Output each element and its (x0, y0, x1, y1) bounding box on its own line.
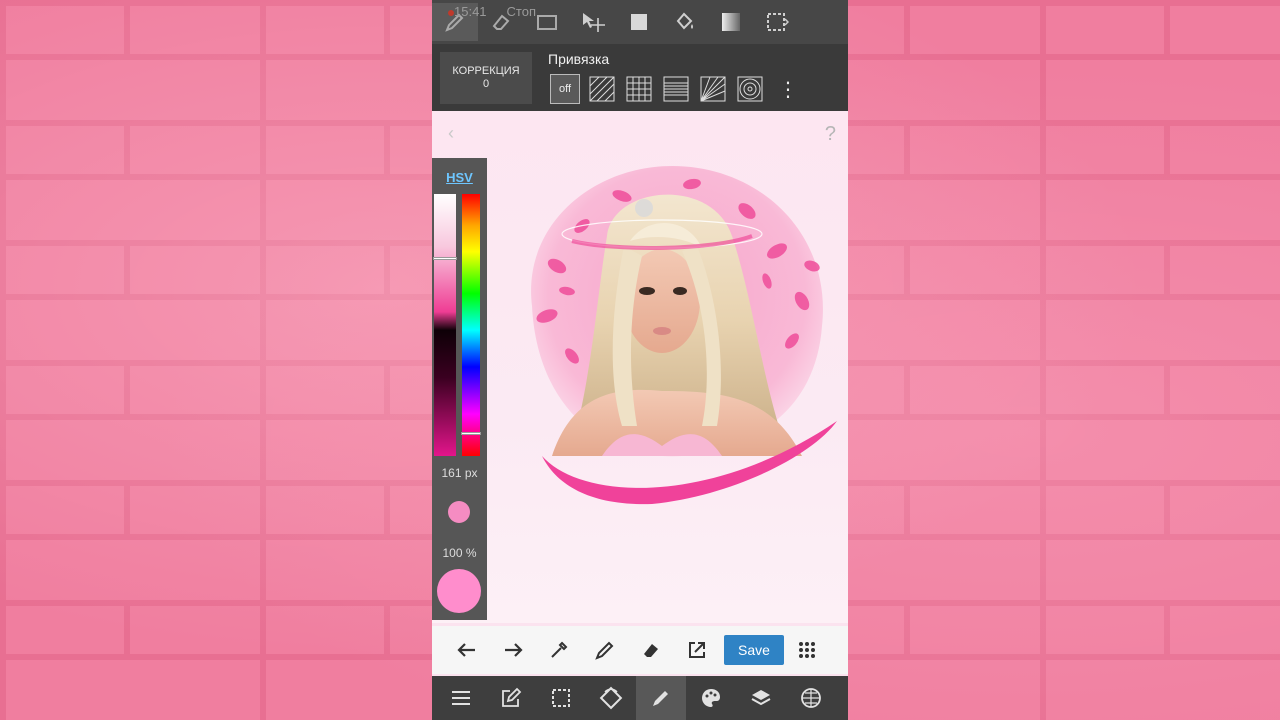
brush-size-label[interactable]: 161 px (432, 466, 487, 480)
edit-icon (502, 687, 522, 707)
snap-concentric-button[interactable] (735, 74, 765, 104)
saturation-value-slider[interactable] (434, 194, 456, 456)
help-icon[interactable]: ? (825, 123, 836, 146)
snap-options: off ⋮ (550, 74, 798, 104)
parallel-lines-icon (589, 76, 615, 102)
fill-rect-icon (631, 14, 647, 30)
artwork-image (531, 166, 837, 505)
grid-menu-icon (799, 642, 815, 658)
eyedropper-button[interactable] (536, 630, 582, 670)
brush-preview-dot (448, 501, 470, 523)
move-icon (583, 13, 605, 32)
top-toolbar: 15:41 Стоп (432, 0, 848, 44)
brush-tab[interactable] (636, 676, 686, 720)
dashed-select-icon (552, 689, 570, 707)
status-overlay: 15:41 Стоп (454, 4, 536, 19)
rotate-icon (599, 686, 623, 710)
selection-button[interactable] (536, 676, 586, 720)
status-time: 15:41 (454, 4, 487, 19)
snap-horizontal-button[interactable] (661, 74, 691, 104)
eraser-icon (644, 644, 658, 657)
open-external-icon (689, 642, 705, 658)
fill-rect-tool-button[interactable] (616, 3, 662, 41)
horizontal-lines-icon (663, 76, 689, 102)
app-screen: 15:41 Стоп КОРРЕКЦИЯ 0 Привязка off ⋮ ‹ … (432, 0, 848, 720)
select-tool-button[interactable] (754, 3, 800, 41)
correction-button[interactable]: КОРРЕКЦИЯ 0 (440, 52, 532, 104)
gradient-tool-button[interactable] (708, 3, 754, 41)
correction-label: КОРРЕКЦИЯ (452, 65, 520, 77)
menu-button[interactable] (436, 676, 486, 720)
edit-button[interactable] (486, 676, 536, 720)
color-panel: HSV 161 px 100 % (432, 158, 487, 620)
rotate-canvas-button[interactable] (586, 676, 636, 720)
hue-slider-handle[interactable] (461, 432, 481, 435)
hamburger-icon (452, 691, 470, 705)
action-bar: Save (432, 626, 848, 674)
snap-bar: КОРРЕКЦИЯ 0 Привязка off ⋮ (432, 44, 848, 111)
opacity-label[interactable]: 100 % (432, 546, 487, 560)
bucket-tool-button[interactable] (662, 3, 708, 41)
grid-icon (626, 76, 652, 102)
hsv-mode-link[interactable]: HSV (432, 170, 487, 185)
more-vert-icon[interactable]: ⋮ (778, 77, 798, 102)
snap-grid-button[interactable] (624, 74, 654, 104)
snap-off-label: off (558, 83, 572, 95)
concentric-circles-icon (737, 76, 763, 102)
eraser-button[interactable] (628, 630, 674, 670)
export-button[interactable] (674, 630, 720, 670)
hue-slider[interactable] (462, 194, 480, 456)
layers-tab[interactable] (736, 676, 786, 720)
snap-off-button[interactable]: off (550, 74, 580, 104)
select-icon (767, 13, 789, 31)
pen-icon (653, 691, 668, 706)
redo-icon (505, 643, 523, 657)
undo-button[interactable] (444, 630, 490, 670)
current-color-swatch[interactable] (437, 569, 481, 613)
bottom-nav (432, 676, 848, 720)
bucket-icon (676, 12, 693, 30)
undo-icon (457, 643, 475, 657)
drawing-canvas[interactable]: ‹ ? (432, 111, 848, 623)
layers-icon (751, 690, 771, 706)
perspective-lines-icon (700, 76, 726, 102)
redo-button[interactable] (490, 630, 536, 670)
eyedropper-icon (551, 641, 568, 658)
palette-icon (702, 689, 720, 707)
apps-button[interactable] (784, 630, 830, 670)
correction-value: 0 (482, 78, 490, 90)
canvas-icon (537, 15, 557, 30)
chevron-left-icon[interactable]: ‹ (448, 123, 454, 144)
brush-button[interactable] (582, 630, 628, 670)
save-button[interactable]: Save (724, 635, 784, 665)
snap-perspective-button[interactable] (698, 74, 728, 104)
pencil-icon (595, 641, 614, 660)
globe-icon (801, 688, 821, 708)
status-stop: Стоп (506, 4, 537, 19)
snap-label: Привязка (548, 51, 610, 67)
materials-tab[interactable] (786, 676, 836, 720)
sv-slider-handle[interactable] (433, 257, 457, 260)
move-tool-button[interactable] (570, 3, 616, 41)
color-tab[interactable] (686, 676, 736, 720)
snap-parallel-button[interactable] (587, 74, 617, 104)
gradient-icon (722, 13, 740, 31)
